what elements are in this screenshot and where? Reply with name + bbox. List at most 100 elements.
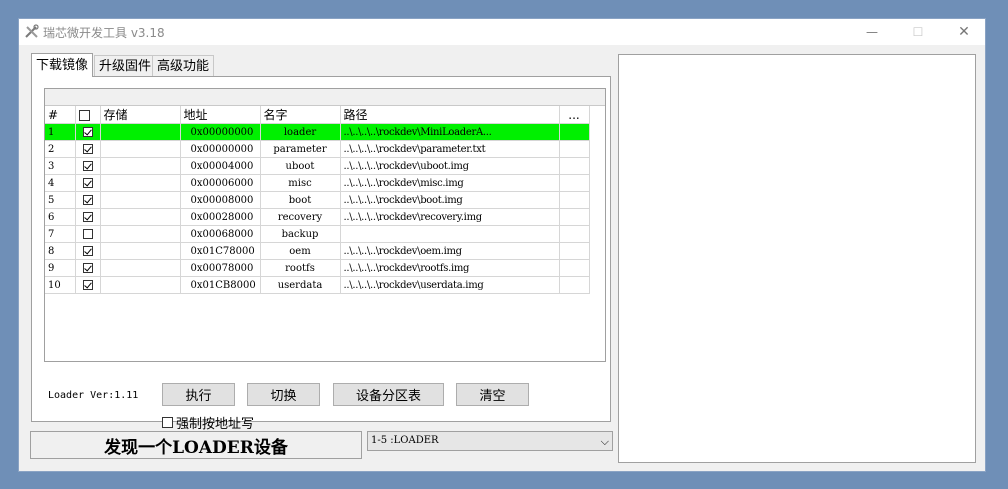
table-row[interactable]: 1 0x00000000 loader ..\..\..\..\rockdev\Min… [45, 123, 590, 141]
row-enable-checkbox[interactable] [82, 263, 93, 273]
table-row[interactable]: 5 0x00008000 boot ..\..\..\..\rockdev\boot.… [45, 191, 590, 209]
main-window: 瑞芯微开发工具 v3.18 — ☐ ✕ 下载镜像 升级固件 高级功能 # 存储 … [18, 18, 986, 472]
row-address: 0x00000000 [180, 140, 261, 158]
table-row[interactable]: 4 0x00006000 misc ..\..\..\..\rockdev\misc.… [45, 174, 590, 192]
tools-icon [25, 24, 39, 38]
tab-download-image[interactable]: 下载镜像 [31, 53, 94, 77]
row-checkbox[interactable] [75, 276, 101, 294]
row-storage [100, 140, 181, 158]
table-row[interactable]: 3 0x00004000 uboot ..\..\..\..\rockdev\uboo… [45, 157, 590, 175]
switch-button[interactable]: 切换 [247, 383, 320, 406]
row-enable-checkbox[interactable] [82, 178, 93, 188]
row-storage [100, 208, 181, 226]
row-address: 0x01C78000 [180, 242, 261, 260]
partition-table-button[interactable]: 设备分区表 [333, 383, 444, 406]
tab-advanced[interactable]: 高级功能 [152, 55, 215, 76]
row-index: 4 [45, 174, 76, 192]
row-name: parameter [260, 140, 341, 158]
row-more [559, 225, 590, 243]
row-index: 8 [45, 242, 76, 260]
row-address: 0x00000000 [180, 123, 261, 141]
row-storage [100, 225, 181, 243]
table-row[interactable]: 7 0x00068000 backup [45, 225, 590, 243]
maximize-button[interactable]: ☐ [895, 19, 941, 45]
row-enable-checkbox[interactable] [82, 127, 93, 137]
row-enable-checkbox[interactable] [82, 212, 93, 222]
window-title: 瑞芯微开发工具 v3.18 [43, 26, 165, 40]
row-enable-checkbox[interactable] [82, 161, 93, 171]
row-checkbox[interactable] [75, 259, 101, 277]
tab-upgrade-firmware[interactable]: 升级固件 [94, 55, 157, 76]
row-more [559, 123, 590, 141]
row-path: ..\..\..\..\rockdev\misc.img [340, 174, 560, 192]
table-row[interactable]: 10 0x01CB8000 userdata ..\..\..\..\rockdev\… [45, 276, 590, 294]
row-checkbox[interactable] [75, 140, 101, 158]
force-address-option[interactable]: 强制按地址写 [162, 413, 254, 432]
row-more [559, 208, 590, 226]
header-index[interactable]: # [45, 106, 76, 124]
download-panel: # 存储 地址 名字 路径 ... 1 0x00000000 loader ..\..… [31, 76, 611, 432]
row-checkbox[interactable] [75, 123, 101, 141]
table-row[interactable]: 9 0x00078000 rootfs ..\..\..\..\rockdev\roo… [45, 259, 590, 277]
header-storage[interactable]: 存储 [100, 106, 181, 124]
header-select-all[interactable] [75, 106, 101, 124]
partition-grid: # 存储 地址 名字 路径 ... 1 0x00000000 loader ..\..… [45, 106, 590, 294]
close-button[interactable]: ✕ [941, 19, 987, 45]
row-path: ..\..\..\..\rockdev\boot.img [340, 191, 560, 209]
header-more[interactable]: ... [559, 106, 590, 124]
table-header-row: # 存储 地址 名字 路径 ... [45, 106, 590, 124]
row-index: 7 [45, 225, 76, 243]
row-checkbox[interactable] [75, 174, 101, 192]
row-address: 0x00008000 [180, 191, 261, 209]
row-index: 2 [45, 140, 76, 158]
row-checkbox[interactable] [75, 208, 101, 226]
table-top-bar [45, 89, 605, 106]
row-storage [100, 157, 181, 175]
status-message: 发现一个LOADER设备 [30, 431, 362, 459]
row-checkbox[interactable] [75, 157, 101, 175]
row-more [559, 242, 590, 260]
row-enable-checkbox[interactable] [82, 280, 93, 290]
row-checkbox[interactable] [75, 242, 101, 260]
row-enable-checkbox[interactable] [82, 229, 93, 239]
row-enable-checkbox[interactable] [82, 144, 93, 154]
force-address-checkbox[interactable] [162, 417, 173, 428]
row-checkbox[interactable] [75, 225, 101, 243]
row-path: ..\..\..\..\rockdev\oem.img [340, 242, 560, 260]
row-enable-checkbox[interactable] [82, 246, 93, 256]
table-row[interactable]: 2 0x00000000 parameter ..\..\..\..\rockdev\… [45, 140, 590, 158]
header-address[interactable]: 地址 [180, 106, 261, 124]
row-path: ..\..\..\..\rockdev\rootfs.img [340, 259, 560, 277]
log-output[interactable] [618, 54, 976, 463]
device-select[interactable]: 1-5 :LOADER ⌵ [367, 431, 613, 451]
row-name: uboot [260, 157, 341, 175]
row-more [559, 157, 590, 175]
row-more [559, 140, 590, 158]
row-name: rootfs [260, 259, 341, 277]
table-row[interactable]: 8 0x01C78000 oem ..\..\..\..\rockdev\oem.im… [45, 242, 590, 260]
run-button[interactable]: 执行 [162, 383, 235, 406]
table-row[interactable]: 6 0x00028000 recovery ..\..\..\..\rockdev\r… [45, 208, 590, 226]
row-address: 0x00028000 [180, 208, 261, 226]
header-path[interactable]: 路径 [340, 106, 560, 124]
row-enable-checkbox[interactable] [82, 195, 93, 205]
row-name: misc [260, 174, 341, 192]
row-path: ..\..\..\..\rockdev\userdata.img [340, 276, 560, 294]
row-name: backup [260, 225, 341, 243]
row-storage [100, 123, 181, 141]
row-index: 9 [45, 259, 76, 277]
clear-button[interactable]: 清空 [456, 383, 529, 406]
row-more [559, 174, 590, 192]
partition-table: # 存储 地址 名字 路径 ... 1 0x00000000 loader ..\..… [44, 88, 606, 362]
select-all-checkbox[interactable] [78, 109, 90, 121]
force-address-label: 强制按地址写 [176, 417, 255, 432]
minimize-button[interactable]: — [849, 19, 895, 45]
row-checkbox[interactable] [75, 191, 101, 209]
row-storage [100, 242, 181, 260]
chevron-down-icon[interactable]: ⌵ [601, 433, 609, 451]
row-storage [100, 259, 181, 277]
row-path: ..\..\..\..\rockdev\parameter.txt [340, 140, 560, 158]
row-path: ..\..\..\..\rockdev\MiniLoaderA... [340, 123, 560, 141]
header-name[interactable]: 名字 [260, 106, 341, 124]
row-name: oem [260, 242, 341, 260]
